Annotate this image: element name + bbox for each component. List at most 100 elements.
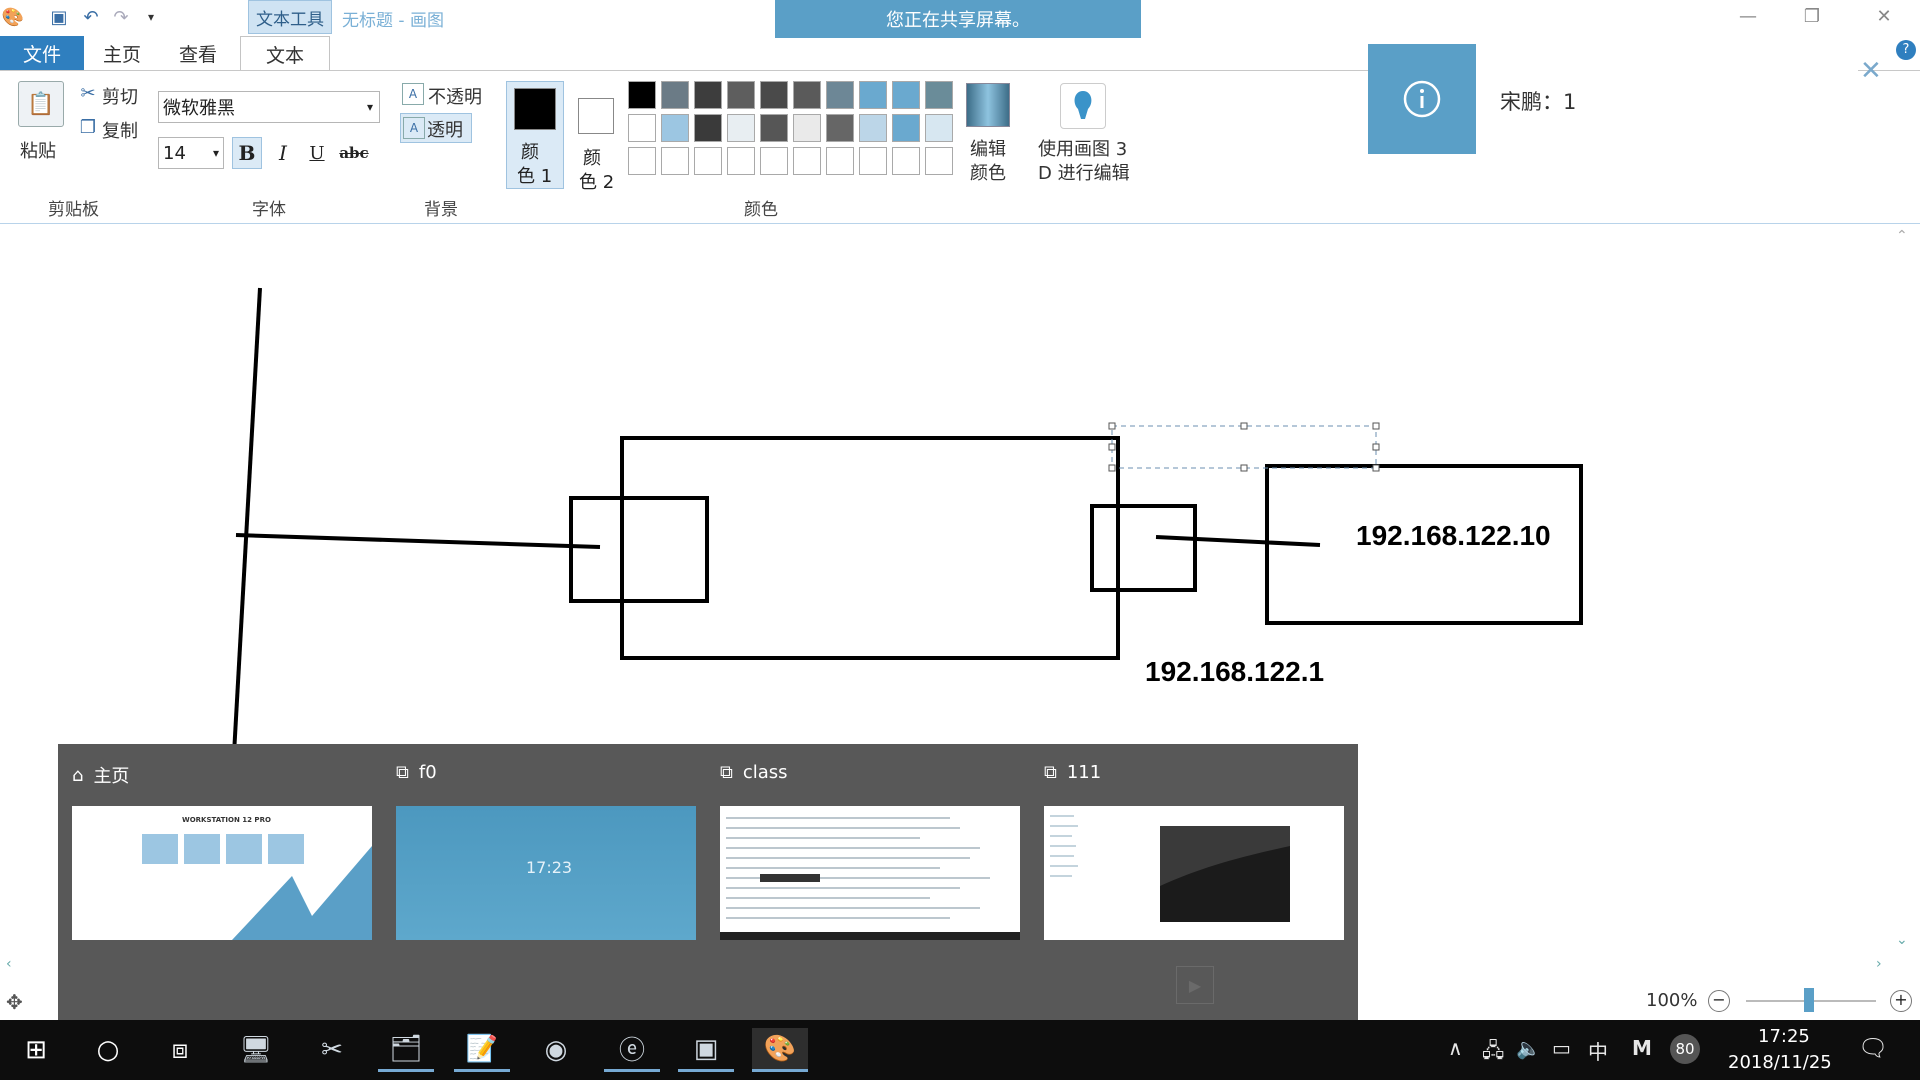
snipping-tool-icon[interactable]: ✂ [304, 1028, 360, 1072]
bold-button[interactable]: B [232, 137, 262, 169]
paste-button-label[interactable]: 粘贴 [20, 137, 56, 163]
palette-swatch[interactable] [727, 147, 755, 175]
cut-button[interactable]: 剪切 [102, 83, 138, 109]
palette-swatch[interactable] [826, 147, 854, 175]
palette-swatch[interactable] [694, 114, 722, 142]
paint3d-line1[interactable]: 使用画图 3 [1038, 135, 1127, 161]
palette-swatch[interactable] [826, 81, 854, 109]
palette-swatch[interactable] [628, 147, 656, 175]
clock-time[interactable]: 17:25 [1758, 1026, 1810, 1047]
task-view-icon[interactable]: ⧈ [152, 1028, 208, 1072]
paint3d-line2[interactable]: D 进行编辑 [1038, 159, 1130, 185]
palette-swatch[interactable] [892, 147, 920, 175]
font-size-select[interactable]: 14 ▾ [158, 137, 224, 169]
paint3d-icon[interactable] [1060, 83, 1106, 129]
battery-icon[interactable]: ▭ [1552, 1036, 1571, 1060]
palette-swatch[interactable] [661, 114, 689, 142]
tab-home[interactable]: 主页 [84, 36, 160, 70]
palette-swatch[interactable] [760, 114, 788, 142]
save-icon[interactable]: ▣ [48, 6, 70, 28]
opaque-button[interactable]: 不透明 [428, 83, 482, 109]
badge-80[interactable]: 80 [1670, 1034, 1700, 1064]
palette-swatch[interactable] [760, 81, 788, 109]
palette-swatch[interactable] [661, 147, 689, 175]
scroll-down-icon[interactable]: ⌄ [1896, 932, 1908, 948]
palette-swatch[interactable] [727, 81, 755, 109]
scroll-right-icon[interactable]: › [1876, 956, 1882, 972]
network-icon[interactable]: 🖧 [1482, 1036, 1504, 1070]
edit-colors-icon[interactable] [966, 83, 1010, 127]
chevron-up-icon[interactable]: ∧ [1448, 1036, 1463, 1060]
selection-box[interactable] [1111, 425, 1377, 469]
selection-handles[interactable] [1108, 422, 1380, 472]
tab-home-item[interactable]: ⌂ 主页 [72, 762, 129, 788]
palette-swatch[interactable] [859, 81, 887, 109]
paste-icon[interactable]: 📋 [18, 81, 64, 127]
start-windows-icon[interactable]: ⊞ [8, 1028, 64, 1072]
thumbnail-111[interactable] [1044, 806, 1344, 940]
volume-icon[interactable]: 🔈 [1516, 1036, 1541, 1060]
action-center-icon[interactable]: 🗨 [1858, 1034, 1888, 1062]
tab-111-item[interactable]: ⧉ 111 [1044, 762, 1101, 783]
thumbnail-home[interactable]: WORKSTATION 12 PRO [72, 806, 372, 940]
help-icon[interactable]: ? [1896, 40, 1916, 60]
opaque-icon[interactable]: A [402, 83, 424, 105]
palette-swatch[interactable] [925, 114, 953, 142]
strikethrough-button[interactable]: abc [336, 137, 372, 169]
screen-share-banner[interactable]: 您正在共享屏幕。 [775, 0, 1141, 38]
italic-button[interactable]: I [268, 137, 298, 169]
palette-swatch[interactable] [727, 114, 755, 142]
transparent-button[interactable]: A 透明 [400, 113, 472, 143]
palette-swatch[interactable] [793, 147, 821, 175]
m-tray-icon[interactable]: M [1632, 1036, 1652, 1060]
remote-desktop-icon[interactable]: 🖥 [228, 1028, 284, 1072]
thumbnail-f0[interactable]: 17:23 [396, 806, 696, 940]
zoom-in-button[interactable]: + [1890, 990, 1912, 1012]
edit-colors-line2[interactable]: 颜色 [970, 159, 1006, 185]
underline-button[interactable]: U [302, 137, 332, 169]
close-button[interactable]: ✕ [1864, 4, 1904, 30]
scissors-icon[interactable]: ✂ [78, 81, 98, 105]
palette-swatch[interactable] [628, 81, 656, 109]
thumbnail-class[interactable] [720, 806, 1020, 940]
vmware-icon[interactable]: ▣ [678, 1028, 734, 1072]
file-explorer-icon[interactable]: 🗂 [378, 1028, 434, 1072]
palette-swatch[interactable] [859, 114, 887, 142]
copy-button[interactable]: 复制 [102, 117, 138, 143]
copy-icon[interactable]: ❐ [78, 115, 98, 139]
palette-swatch[interactable] [925, 147, 953, 175]
paint-icon[interactable]: 🎨 [752, 1028, 808, 1072]
palette-swatch[interactable] [925, 81, 953, 109]
redo-icon[interactable]: ↷ [110, 6, 132, 28]
palette-swatch[interactable] [793, 81, 821, 109]
zoom-out-button[interactable]: − [1708, 990, 1730, 1012]
browser-icon[interactable]: ◉ [528, 1028, 584, 1072]
palette-swatch[interactable] [694, 147, 722, 175]
tab-f0-item[interactable]: ⧉ f0 [396, 762, 437, 783]
internet-explorer-icon[interactable]: ⓔ [604, 1028, 660, 1072]
scroll-up-icon[interactable]: ⌃ [1896, 228, 1908, 244]
minimize-button[interactable]: — [1728, 4, 1768, 30]
edit-colors-line1[interactable]: 编辑 [970, 135, 1006, 161]
scroll-left-icon[interactable]: ‹ [6, 956, 12, 972]
restore-button[interactable]: ❐ [1792, 4, 1832, 30]
palette-swatch[interactable] [694, 81, 722, 109]
palette-swatch[interactable] [892, 114, 920, 142]
tab-text[interactable]: 文本 [240, 36, 330, 72]
palette-swatch[interactable] [661, 81, 689, 109]
ime-indicator[interactable]: 中 [1588, 1036, 1608, 1065]
cortana-search-icon[interactable]: ○ [80, 1028, 136, 1072]
palette-swatch[interactable] [628, 114, 656, 142]
paint-app-icon[interactable]: 🎨 [2, 6, 24, 28]
tab-view[interactable]: 查看 [160, 36, 236, 70]
color1-button[interactable]: 颜 色 1 [506, 81, 564, 189]
clock-date[interactable]: 2018/11/25 [1728, 1052, 1832, 1073]
font-family-select[interactable]: 微软雅黑 ▾ [158, 91, 380, 123]
zoom-slider-thumb[interactable] [1804, 988, 1814, 1012]
tab-file[interactable]: 文件 [0, 36, 84, 70]
close-icon[interactable]: ✕ [1860, 56, 1882, 86]
text-editor-icon[interactable]: 📝 [454, 1028, 510, 1072]
palette-swatch[interactable] [826, 114, 854, 142]
undo-icon[interactable]: ↶ [80, 6, 102, 28]
customize-quick-access-icon[interactable]: ▾ [140, 6, 162, 28]
